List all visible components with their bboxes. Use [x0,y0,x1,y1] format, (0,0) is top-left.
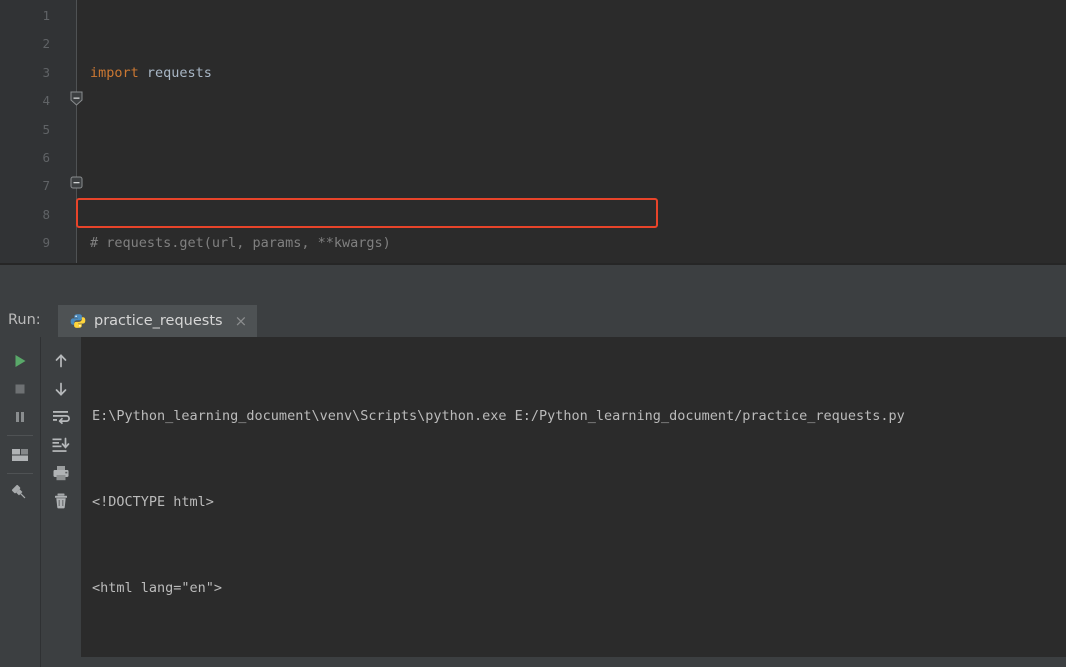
line-number: 9 [42,235,50,251]
keyword-import: import [90,64,139,81]
run-toolbar-left [0,337,39,667]
line-number: 2 [42,36,50,52]
console-line: <html lang="en"> [92,579,223,596]
run-tab-bar: Run: practice_requests × [0,305,1066,337]
console-output[interactable]: E:\Python_learning_document\venv\Scripts… [81,337,1066,657]
module-name: requests [138,64,212,81]
down-the-stack-button[interactable] [44,375,78,402]
editor-code-area[interactable]: import requests # requests.get(url, para… [76,0,1066,265]
editor-gutter[interactable]: 1 2 3 4 5 6 7 8 9 [0,0,83,265]
run-tool-window: Run: practice_requests × E:\Python_learn… [0,305,1066,667]
pin-tab-button[interactable] [3,479,37,506]
python-icon [70,313,86,329]
line-number: 4 [42,93,50,109]
close-icon[interactable]: × [235,313,248,329]
line-number: 8 [42,206,50,222]
line-number: 5 [42,121,50,137]
code-editor[interactable]: 1 2 3 4 5 6 7 8 9 import requests # requ… [0,0,1066,265]
run-tab-practice-requests[interactable]: practice_requests × [58,305,258,337]
clear-all-button[interactable] [44,487,78,514]
up-the-stack-button[interactable] [44,347,78,374]
line-number: 7 [42,178,50,194]
run-panel-body: E:\Python_learning_document\venv\Scripts… [0,337,1066,667]
line-number-column: 1 2 3 4 5 6 7 8 9 [0,0,50,258]
layout-button[interactable] [3,441,37,468]
line-number: 1 [42,8,50,23]
rerun-button[interactable] [3,347,37,374]
print-button[interactable] [44,459,78,486]
code-line-3: # requests.get(url, params, **kwargs) [90,229,1066,257]
scroll-to-end-button[interactable] [44,431,78,458]
console-line: E:\Python_learning_document\venv\Scripts… [92,408,905,425]
toolbar-separator [6,473,33,474]
code-comment: # requests.get(url, params, **kwargs) [90,235,391,252]
pause-button[interactable] [3,403,37,430]
stop-button[interactable] [3,375,37,402]
toolbar-separator [6,435,33,436]
run-tab-title: practice_requests [94,313,223,329]
soft-wrap-button[interactable] [44,403,78,430]
console-line: <!DOCTYPE html> [92,493,214,510]
pycharm-window: 1 2 3 4 5 6 7 8 9 import requests # requ… [0,0,1066,667]
panel-splitter[interactable] [0,265,1066,305]
line-number: 6 [42,149,50,165]
code-line-1: import requests [90,59,1066,87]
run-panel-label: Run: [8,312,41,328]
run-toolbar-right [40,337,80,667]
line-number: 3 [42,64,50,80]
